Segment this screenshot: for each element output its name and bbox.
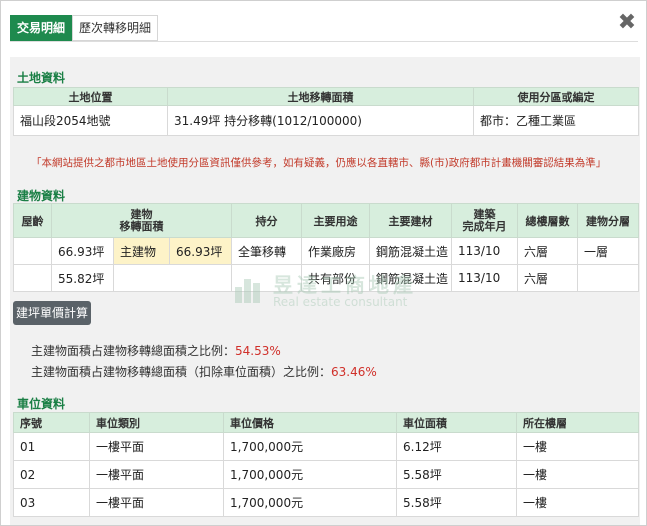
parking-type: 一樓平面: [89, 432, 224, 461]
main-building-area: 66.93坪: [168, 237, 233, 265]
parking-floor: 一樓: [516, 460, 639, 489]
building-completed: 113/10: [451, 237, 519, 265]
parking-section-title: 車位資料: [17, 397, 66, 411]
parking-header-area: 車位面積: [396, 412, 517, 433]
parking-area: 5.58坪: [396, 460, 517, 489]
building-section-title: 建物資料: [17, 189, 66, 203]
parking-no: 02: [13, 460, 90, 489]
ratio-value: 63.46%: [331, 365, 377, 379]
parking-table: 序號 車位類別 車位價格 車位面積 所在樓層 01 一樓平面 1,700,000…: [13, 412, 639, 517]
table-row: 02 一樓平面 1,700,000元 5.58坪 一樓: [13, 460, 639, 489]
ratio-main-building-excl-parking: 主建物面積占建物移轉總面積（扣除車位面積）之比例：63.46%: [31, 363, 377, 380]
building-floors: 六層: [517, 237, 579, 265]
watermark-text-en: Real estate consultant: [273, 295, 408, 309]
parking-price: 1,700,000元: [223, 432, 397, 461]
building-header-floors: 總樓層數: [517, 203, 579, 238]
parking-header-no: 序號: [13, 412, 90, 433]
main-building-label: 主建物: [113, 237, 170, 265]
zoning-notice: 「本網站提供之都市地區土地使用分區資訊僅供參考，如有疑義，仍應以各直轄市、縣(市…: [31, 157, 607, 169]
building-age: [13, 264, 52, 292]
unit-price-calc-button[interactable]: 建坪單價計算: [13, 301, 91, 325]
watermark-text-zh: 昱達工商地產: [273, 273, 417, 297]
building-area: 55.82坪: [51, 264, 114, 292]
building-header-age: 屋齡: [13, 203, 52, 238]
parking-header-type: 車位類別: [89, 412, 224, 433]
table-row: 01 一樓平面 1,700,000元 6.12坪 一樓: [13, 432, 639, 461]
building-division: 一層: [577, 237, 640, 265]
ratio-value: 54.53%: [235, 344, 281, 358]
ratio-main-building: 主建物面積占建物移轉總面積之比例：54.53%: [31, 342, 281, 359]
parking-price: 1,700,000元: [223, 460, 397, 489]
parking-header-floor: 所在樓層: [516, 412, 639, 433]
parking-type: 一樓平面: [89, 460, 224, 489]
tab-divider: [10, 41, 638, 42]
company-logo-icon: [235, 279, 260, 303]
land-table: 土地位置 土地移轉面積 使用分區或編定 福山段2054地號 31.49坪 持分移…: [13, 87, 639, 136]
transaction-detail-modal: 交易明細 歷次轉移明細 ✖ 土地資料 土地位置 土地移轉面積 使用分區或編定 福…: [0, 0, 647, 526]
building-header-use: 主要用途: [301, 203, 371, 238]
land-zoning: 都市：乙種工業區: [473, 105, 639, 136]
table-row: 福山段2054地號 31.49坪 持分移轉(1012/100000) 都市：乙種…: [13, 105, 639, 136]
table-row: 66.93坪 主建物 66.93坪 全筆移轉 作業廠房 鋼筋混凝土造 113/1…: [13, 237, 640, 265]
building-floors: 六層: [517, 264, 579, 292]
land-header-location: 土地位置: [13, 87, 168, 106]
building-tag-empty: [112, 264, 233, 292]
parking-area: 6.12坪: [396, 432, 517, 461]
parking-floor: 一樓: [516, 488, 639, 517]
land-header-zoning: 使用分區或編定: [473, 87, 639, 106]
building-share: 全筆移轉: [231, 237, 303, 265]
land-location: 福山段2054地號: [13, 105, 168, 136]
building-use: 作業廠房: [301, 237, 371, 265]
parking-price: 1,700,000元: [223, 488, 397, 517]
parking-no: 01: [13, 432, 90, 461]
building-division: [577, 264, 640, 292]
company-watermark: 昱達工商地產 Real estate consultant: [233, 271, 433, 311]
building-header-division: 建物分層: [577, 203, 640, 238]
building-header-share: 持分: [231, 203, 303, 238]
tab-transaction-detail[interactable]: 交易明細: [10, 15, 73, 41]
building-header-area: 建物 移轉面積: [50, 203, 233, 238]
building-completed: 113/10: [451, 264, 519, 292]
tab-transfer-history[interactable]: 歷次轉移明細: [72, 15, 159, 41]
building-header-material: 主要建材: [369, 203, 453, 238]
close-icon[interactable]: ✖: [617, 11, 637, 35]
parking-floor: 一樓: [516, 432, 639, 461]
building-material: 鋼筋混凝土造: [369, 237, 453, 265]
parking-no: 03: [13, 488, 90, 517]
ratio-label: 主建物面積占建物移轉總面積（扣除車位面積）之比例：: [31, 365, 332, 379]
land-section-title: 土地資料: [17, 71, 66, 85]
ratio-label: 主建物面積占建物移轉總面積之比例：: [31, 344, 236, 358]
land-header-area: 土地移轉面積: [167, 87, 474, 106]
building-header-completed: 建築 完成年月: [451, 203, 519, 238]
parking-area: 5.58坪: [396, 488, 517, 517]
parking-type: 一樓平面: [89, 488, 224, 517]
table-row: 03 一樓平面 1,700,000元 5.58坪 一樓: [13, 488, 639, 517]
land-transfer-area: 31.49坪 持分移轉(1012/100000): [167, 105, 474, 136]
tab-bar: 交易明細 歷次轉移明細: [10, 15, 159, 41]
parking-header-price: 車位價格: [223, 412, 397, 433]
building-age: [13, 237, 52, 265]
building-area: 66.93坪: [51, 237, 114, 265]
